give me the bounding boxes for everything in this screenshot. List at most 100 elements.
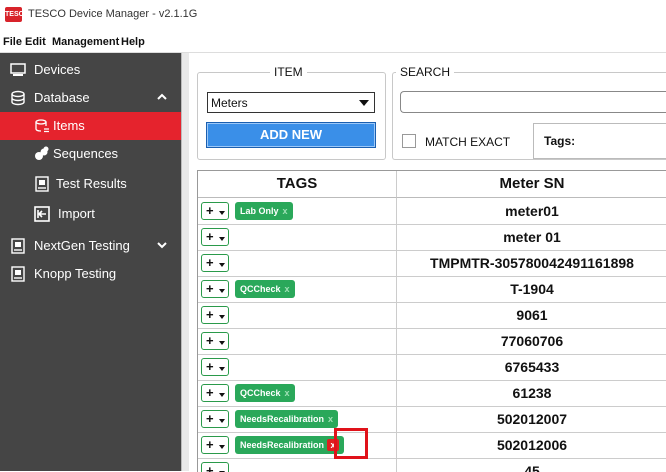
- sidebar-item-test-results[interactable]: Test Results: [0, 170, 181, 198]
- remove-tag-icon[interactable]: x: [285, 284, 290, 294]
- menu-bar: File Edit Management Help: [0, 34, 666, 53]
- menu-file[interactable]: File: [3, 36, 22, 48]
- title-bar: TESCO TESCO Device Manager - v2.1.1G: [0, 0, 666, 34]
- add-tag-button[interactable]: +: [201, 358, 229, 376]
- table-row[interactable]: + meter 01: [198, 224, 666, 251]
- add-tag-button[interactable]: +: [201, 202, 229, 220]
- sidebar-item-label: Devices: [34, 62, 81, 77]
- plus-icon: +: [206, 255, 214, 270]
- plus-icon: +: [206, 385, 214, 400]
- tags-filter-label: Tags:: [544, 134, 576, 148]
- item-type-selected: Meters: [211, 96, 248, 110]
- item-type-select[interactable]: Meters: [207, 92, 375, 113]
- menu-management[interactable]: Management: [52, 36, 119, 48]
- tag-chip-label: QCCheck: [240, 284, 281, 294]
- menu-edit[interactable]: Edit: [25, 36, 46, 48]
- search-input[interactable]: [400, 91, 666, 113]
- tags-cell: +: [198, 250, 397, 276]
- add-new-button[interactable]: ADD NEW: [206, 122, 376, 148]
- plus-icon: +: [206, 333, 214, 348]
- remove-tag-icon[interactable]: x: [283, 206, 288, 216]
- meter-sn-cell: 77060706: [500, 333, 564, 349]
- meter-sn-cell: 502012006: [496, 437, 568, 453]
- sidebar-item-label: Database: [34, 90, 90, 105]
- sidebar-item-label: Test Results: [56, 176, 127, 191]
- meter-sn-cell: meter01: [505, 203, 559, 219]
- menu-help[interactable]: Help: [121, 36, 145, 48]
- dropdown-arrow-icon: [219, 367, 225, 371]
- highlight-box: [334, 428, 368, 459]
- dropdown-arrow-icon: [219, 315, 225, 319]
- match-exact-label: MATCH EXACT: [425, 135, 511, 149]
- add-tag-button[interactable]: +: [201, 254, 229, 272]
- table-row[interactable]: + NeedsRecalibration x 502012006: [198, 432, 666, 459]
- sidebar-item-devices[interactable]: Devices: [0, 56, 181, 84]
- tags-filter[interactable]: Tags:: [533, 123, 666, 159]
- table-row[interactable]: +77060706: [198, 328, 666, 355]
- add-tag-button[interactable]: +: [201, 436, 229, 454]
- add-tag-button[interactable]: +: [201, 228, 229, 246]
- tags-cell: + QCCheck x: [198, 380, 397, 406]
- tag-chip-label: Lab Only: [240, 206, 279, 216]
- plus-icon: +: [206, 307, 214, 322]
- plus-icon: +: [206, 437, 214, 452]
- table-row[interactable]: +45: [198, 458, 666, 472]
- add-tag-button[interactable]: +: [201, 332, 229, 350]
- add-tag-button[interactable]: +: [201, 306, 229, 324]
- tags-cell: + QCCheck x: [198, 276, 397, 302]
- tag-chip: QCCheck x: [235, 384, 295, 402]
- table-row[interactable]: + QCCheck x 61238: [198, 380, 666, 407]
- table-row[interactable]: +6765433: [198, 354, 666, 381]
- app-logo-icon: TESCO: [5, 7, 29, 22]
- match-exact-checkbox[interactable]: [402, 134, 416, 148]
- nextgen-testing-icon: [11, 238, 25, 254]
- plus-icon: +: [206, 411, 214, 426]
- dropdown-arrow-icon: [219, 419, 225, 423]
- item-group-label: ITEM: [270, 65, 307, 79]
- plus-icon: +: [206, 229, 214, 244]
- sidebar-item-import[interactable]: Import: [0, 200, 181, 228]
- remove-tag-icon[interactable]: x: [328, 414, 333, 424]
- sidebar-item-sequences[interactable]: Sequences: [0, 140, 181, 168]
- column-header-tags[interactable]: TAGS: [198, 171, 397, 198]
- tag-chip-label: NeedsRecalibration: [240, 414, 325, 424]
- search-group-label: SEARCH: [396, 65, 455, 79]
- table-row[interactable]: +9061: [198, 302, 666, 329]
- knopp-testing-icon: [11, 266, 25, 282]
- plus-icon: +: [206, 359, 214, 374]
- add-tag-button[interactable]: +: [201, 280, 229, 298]
- sidebar-item-nextgen-testing[interactable]: NextGen Testing: [0, 232, 181, 260]
- sidebar-item-items[interactable]: Items: [0, 112, 181, 140]
- meter-sn-cell: meter 01: [503, 229, 561, 245]
- add-tag-button[interactable]: +: [201, 384, 229, 402]
- tag-chip-label: NeedsRecalibration: [240, 440, 325, 450]
- table-row[interactable]: + NeedsRecalibration x 502012007: [198, 406, 666, 433]
- dropdown-arrow-icon: [219, 445, 225, 449]
- column-header-meter-sn[interactable]: Meter SN: [397, 171, 666, 198]
- table-row[interactable]: + TMPMTR-305780042491161898: [198, 250, 666, 277]
- dropdown-arrow-icon: [219, 237, 225, 241]
- test-results-icon: [35, 176, 49, 192]
- tags-cell: +: [198, 354, 397, 380]
- tags-cell: +: [198, 302, 397, 328]
- remove-tag-icon[interactable]: x: [285, 388, 290, 398]
- tag-chip: NeedsRecalibration x: [235, 410, 339, 428]
- table-row[interactable]: + QCCheck x T-1904: [198, 276, 666, 303]
- meter-sn-cell: 9061: [516, 307, 548, 323]
- tags-cell: +: [198, 224, 397, 250]
- add-tag-button[interactable]: +: [201, 410, 229, 428]
- devices-icon: [10, 63, 26, 76]
- sidebar-item-knopp-testing[interactable]: Knopp Testing: [0, 260, 181, 288]
- sidebar-item-label: NextGen Testing: [34, 238, 130, 253]
- chevron-down-icon[interactable]: [157, 240, 167, 250]
- meter-sn-cell: 61238: [512, 385, 552, 401]
- meter-sn-cell: 502012007: [496, 411, 568, 427]
- sidebar-item-label: Import: [58, 206, 95, 221]
- sidebar-item-label: Items: [53, 118, 85, 133]
- chevron-up-icon[interactable]: [157, 92, 167, 102]
- tag-chip: QCCheck x: [235, 280, 295, 298]
- tag-chip: Lab Only x: [235, 202, 293, 220]
- items-table: TAGS Meter SN + Lab Only x meter01 + meter 01…: [197, 170, 666, 472]
- table-row[interactable]: + Lab Only x meter01: [198, 198, 666, 225]
- sidebar-item-database[interactable]: Database: [0, 84, 181, 112]
